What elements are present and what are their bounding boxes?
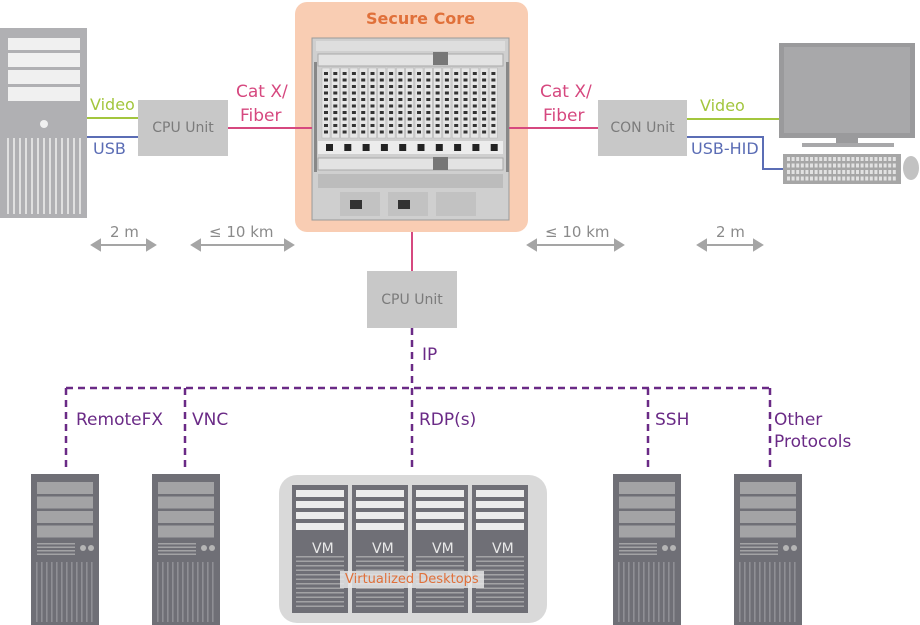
ip-network-lines — [64, 328, 772, 472]
distance-right-link: ≤ 10 km — [545, 223, 610, 241]
vm-label: VM — [432, 541, 454, 557]
usb-hid-label-right: USB-HID — [691, 139, 759, 158]
monitor-keyboard-mouse-icon — [779, 43, 919, 184]
protocol-label-other-2: Protocols — [774, 432, 852, 452]
diagram-canvas — [0, 2, 919, 625]
protocol-label-rdp: RDP(s) — [419, 410, 477, 430]
link-label-right-2: Fiber — [543, 106, 585, 126]
protocol-label-other-1: Other — [774, 410, 823, 430]
distance-arrows — [90, 238, 764, 252]
link-label-right-1: Cat X/ — [540, 82, 592, 102]
vm-label: VM — [492, 541, 514, 557]
server-tower-icon — [31, 474, 99, 625]
server-tower-icon — [152, 474, 220, 625]
protocol-label-vnc: VNC — [192, 410, 229, 430]
protocol-label-ssh: SSH — [655, 410, 690, 430]
link-label-left-2: Fiber — [240, 106, 282, 126]
server-tower-icon — [613, 474, 681, 625]
cpu-unit-left: CPU Unit — [138, 100, 228, 156]
distance-left-device: 2 m — [110, 223, 139, 241]
distance-left-link: ≤ 10 km — [209, 223, 274, 241]
link-label-left-1: Cat X/ — [236, 82, 288, 102]
protocol-label-remotefx: RemoteFX — [76, 410, 164, 430]
cpu-unit-bottom: CPU Unit — [367, 271, 457, 328]
video-label-left: Video — [90, 95, 135, 114]
distance-right-device: 2 m — [716, 223, 745, 241]
con-unit-right: CON Unit — [598, 100, 687, 156]
virtualized-desktops-label: Virtualized Desktops — [340, 571, 484, 588]
pc-tower-icon — [0, 28, 87, 218]
vm-label: VM — [372, 541, 394, 557]
ip-label: IP — [422, 345, 438, 365]
matrix-switch-chassis-icon — [311, 37, 510, 221]
video-label-right: Video — [700, 96, 745, 115]
secure-core-title: Secure Core — [366, 9, 476, 28]
usb-label-left: USB — [93, 139, 126, 158]
vm-label: VM — [312, 541, 334, 557]
server-tower-icon — [734, 474, 802, 625]
